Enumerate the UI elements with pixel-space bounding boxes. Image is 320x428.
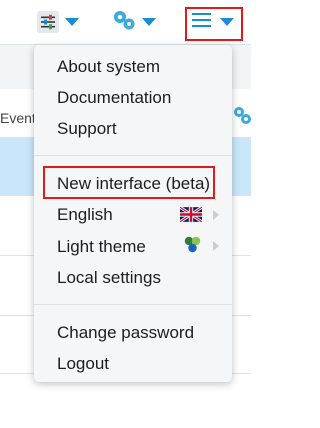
caret-down-icon bbox=[65, 18, 79, 26]
new-interface-highlight bbox=[43, 166, 215, 199]
color-dots-icon bbox=[184, 236, 202, 259]
submenu-arrow-icon bbox=[213, 241, 219, 251]
gears-dropdown-button[interactable] bbox=[112, 0, 156, 44]
caret-down-icon bbox=[142, 18, 156, 26]
submenu-arrow-icon bbox=[213, 210, 219, 220]
menu-item-logout[interactable]: Logout bbox=[57, 354, 109, 374]
menu-item-documentation[interactable]: Documentation bbox=[57, 88, 171, 108]
uk-flag-icon bbox=[179, 205, 203, 227]
menu-item-local-settings[interactable]: Local settings bbox=[57, 268, 161, 288]
menu-button-highlight bbox=[185, 7, 243, 41]
menu-item-about-system[interactable]: About system bbox=[57, 57, 160, 77]
settings-dropdown-button[interactable] bbox=[37, 0, 79, 44]
menu-item-support[interactable]: Support bbox=[57, 119, 117, 139]
top-toolbar bbox=[0, 0, 251, 44]
sliders-icon bbox=[37, 11, 59, 33]
column-header-event: Event bbox=[0, 110, 36, 126]
main-menu-dropdown: About system Documentation Support New i… bbox=[34, 45, 232, 382]
menu-divider bbox=[34, 304, 232, 305]
menu-item-language[interactable]: English bbox=[57, 205, 113, 225]
menu-item-change-password[interactable]: Change password bbox=[57, 323, 194, 343]
menu-divider bbox=[34, 155, 232, 156]
gears-icon bbox=[112, 8, 136, 37]
menu-item-theme[interactable]: Light theme bbox=[57, 237, 146, 257]
gears-icon[interactable] bbox=[232, 104, 252, 131]
